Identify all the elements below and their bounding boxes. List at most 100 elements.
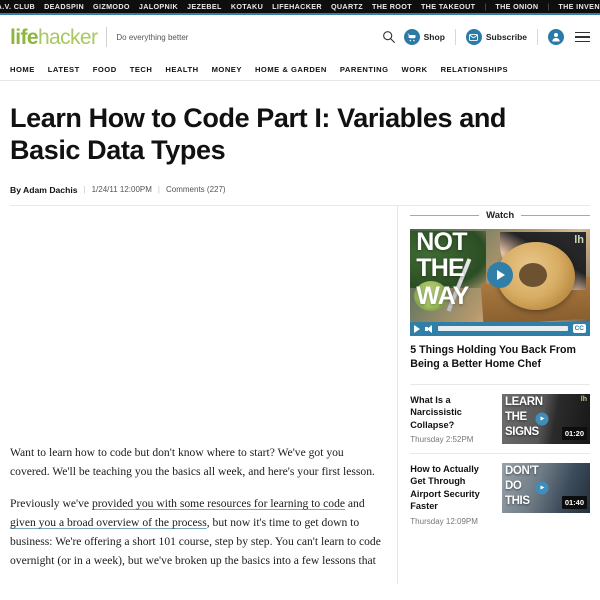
sidebar-rail: Watch NOT THE WAY lh CC 5 Things Holding…	[397, 205, 591, 585]
list-item[interactable]: How to Actually Get Through Airport Secu…	[410, 452, 590, 535]
masthead-actions: Shop Subscribe	[382, 29, 590, 45]
hamburger-menu-icon[interactable]	[575, 31, 590, 43]
rail-item-title[interactable]: How to Actually Get Through Airport Secu…	[410, 463, 494, 513]
logo-life-text: life	[10, 25, 39, 49]
byline-divider-2: |	[157, 185, 160, 195]
nav-item-home[interactable]: HOME	[10, 65, 35, 74]
comments-link[interactable]: Comments (227)	[166, 185, 226, 194]
masthead-divider	[106, 27, 108, 47]
article-column: Want to learn how to code but don't know…	[10, 206, 397, 585]
video-overlay-line-1: NOT	[416, 228, 467, 256]
shop-button[interactable]: Shop	[403, 29, 445, 45]
play-button[interactable]	[487, 262, 514, 289]
nav-item-money[interactable]: MONEY	[212, 65, 242, 74]
video-overlay-line-3: WAY	[416, 281, 469, 310]
featured-video-title[interactable]: 5 Things Holding You Back From Being a B…	[410, 344, 590, 372]
rail-item-thumbnail[interactable]: LEARN THE SIGNS lh 01:20	[502, 393, 590, 444]
network-link-gizmodo[interactable]: GIZMODO	[93, 2, 130, 11]
rail-item-time: Thursday 12:09PM	[410, 516, 478, 526]
video-controls: CC	[410, 321, 590, 336]
rail-item-text: How to Actually Get Through Airport Secu…	[410, 463, 494, 526]
article-paragraph-1: Want to learn how to code but don't know…	[10, 445, 375, 478]
video-duration-badge: 01:40	[561, 495, 587, 509]
header-rule-left	[410, 214, 480, 216]
control-volume-icon[interactable]	[425, 324, 433, 333]
hero-image-placeholder	[10, 206, 381, 444]
shop-label: Shop	[423, 32, 445, 42]
nav-item-parenting[interactable]: PARENTING	[340, 65, 389, 74]
nav-item-food[interactable]: FOOD	[93, 65, 117, 74]
video-overlay-line-2: THE	[416, 253, 464, 282]
article-link-resources[interactable]: provided you with some resources for lea…	[92, 497, 345, 510]
envelope-icon	[465, 29, 482, 45]
byline-timestamp: 1/24/11 12:00PM	[91, 185, 152, 195]
search-icon[interactable]	[382, 30, 396, 44]
video-player[interactable]: NOT THE WAY lh CC	[410, 228, 590, 336]
nav-item-home-garden[interactable]: HOME & GARDEN	[255, 65, 327, 74]
thumbnail-line-2: DO	[505, 479, 522, 492]
rail-item-text: What Is a Narcissistic Collapse? Thursda…	[410, 394, 494, 444]
page-body: Learn How to Code Part I: Variables and …	[0, 103, 600, 585]
paragraph2-pre: Previously we've	[10, 497, 92, 511]
nav-item-latest[interactable]: LATEST	[48, 65, 80, 74]
network-link-kotaku[interactable]: KOTAKU	[231, 2, 263, 11]
site-tagline: Do everything better	[116, 32, 189, 42]
thumbnail-play-icon[interactable]	[535, 412, 549, 426]
thumbnail-line-3: SIGNS	[505, 425, 539, 438]
section-nav: HOME LATEST FOOD TECH HEALTH MONEY HOME …	[0, 59, 600, 81]
network-link-lifehacker[interactable]: LIFEHACKER	[272, 2, 322, 11]
subscribe-button[interactable]: Subscribe	[465, 29, 527, 45]
site-logo[interactable]: lifehacker	[10, 25, 98, 49]
video-duration-badge: 01:20	[561, 426, 587, 440]
byline-divider-1: |	[83, 185, 86, 195]
masthead: lifehacker Do everything better Shop Sub…	[0, 15, 600, 59]
header-rule-right	[521, 214, 591, 216]
network-link-quartz[interactable]: QUARTZ	[331, 2, 363, 11]
byline-author[interactable]: By Adam Dachis	[10, 185, 78, 195]
lifehacker-watermark: lh	[574, 233, 584, 246]
rail-item-thumbnail[interactable]: DON'T DO THIS 01:40	[502, 462, 590, 513]
rail-item-title[interactable]: What Is a Narcissistic Collapse?	[410, 394, 494, 431]
rail-item-time: Thursday 2:52PM	[410, 434, 474, 444]
article-link-overview[interactable]: given you a broad overview of the proces…	[10, 516, 207, 529]
thumbnail-line-2: THE	[505, 410, 527, 423]
closed-captions-button[interactable]: CC	[572, 324, 586, 334]
subscribe-label: Subscribe	[485, 32, 527, 42]
network-bar: THE A.V. CLUB DEADSPIN GIZMODO JALOPNIK …	[0, 0, 600, 15]
logo-hacker-text: hacker	[37, 25, 98, 49]
byline: By Adam Dachis | 1/24/11 12:00PM | Comme…	[10, 185, 590, 195]
network-link-theinventory[interactable]: THE INVENTORY	[558, 2, 600, 11]
list-item[interactable]: What Is a Narcissistic Collapse? Thursda…	[410, 383, 590, 453]
action-divider-2	[537, 29, 538, 45]
thumbnail-line-1: LEARN	[505, 395, 543, 408]
article-paragraph-2: Previously we've provided you with some …	[10, 495, 381, 570]
thumbnail-play-icon[interactable]	[535, 481, 549, 495]
network-link-jezebel[interactable]: JEZEBEL	[187, 2, 222, 11]
network-link-theonion[interactable]: THE ONION	[495, 2, 538, 11]
network-link-deadspin[interactable]: DEADSPIN	[44, 2, 84, 11]
thumbnail-watermark: lh	[580, 395, 587, 403]
cart-icon	[403, 29, 420, 45]
page-title: Learn How to Code Part I: Variables and …	[10, 103, 507, 165]
network-link-thetakeout[interactable]: THE TAKEOUT	[421, 2, 475, 11]
watch-section-header: Watch	[410, 209, 591, 221]
nav-item-health[interactable]: HEALTH	[165, 65, 198, 74]
watch-section-title: Watch	[486, 209, 515, 221]
nav-item-work[interactable]: WORK	[402, 65, 428, 74]
progress-scrubber[interactable]	[438, 326, 568, 332]
control-play-icon[interactable]	[414, 324, 421, 333]
user-avatar-icon[interactable]	[548, 29, 564, 45]
paragraph2-mid: and	[345, 497, 365, 511]
thumbnail-line-1: DON'T	[505, 464, 539, 477]
network-link-theroot[interactable]: THE ROOT	[372, 2, 412, 11]
action-divider-1	[454, 29, 456, 45]
nav-item-tech[interactable]: TECH	[130, 65, 153, 74]
network-separator-2: |	[547, 2, 550, 11]
network-link-jalopnik[interactable]: JALOPNIK	[139, 2, 178, 11]
video-stage[interactable]: NOT THE WAY lh	[410, 228, 590, 322]
nav-item-relationships[interactable]: RELATIONSHIPS	[441, 65, 509, 74]
network-separator-1: |	[484, 2, 487, 11]
network-link-avclub[interactable]: THE A.V. CLUB	[0, 2, 35, 11]
thumbnail-line-3: THIS	[505, 494, 530, 507]
content-columns: Want to learn how to code but don't know…	[10, 205, 591, 585]
